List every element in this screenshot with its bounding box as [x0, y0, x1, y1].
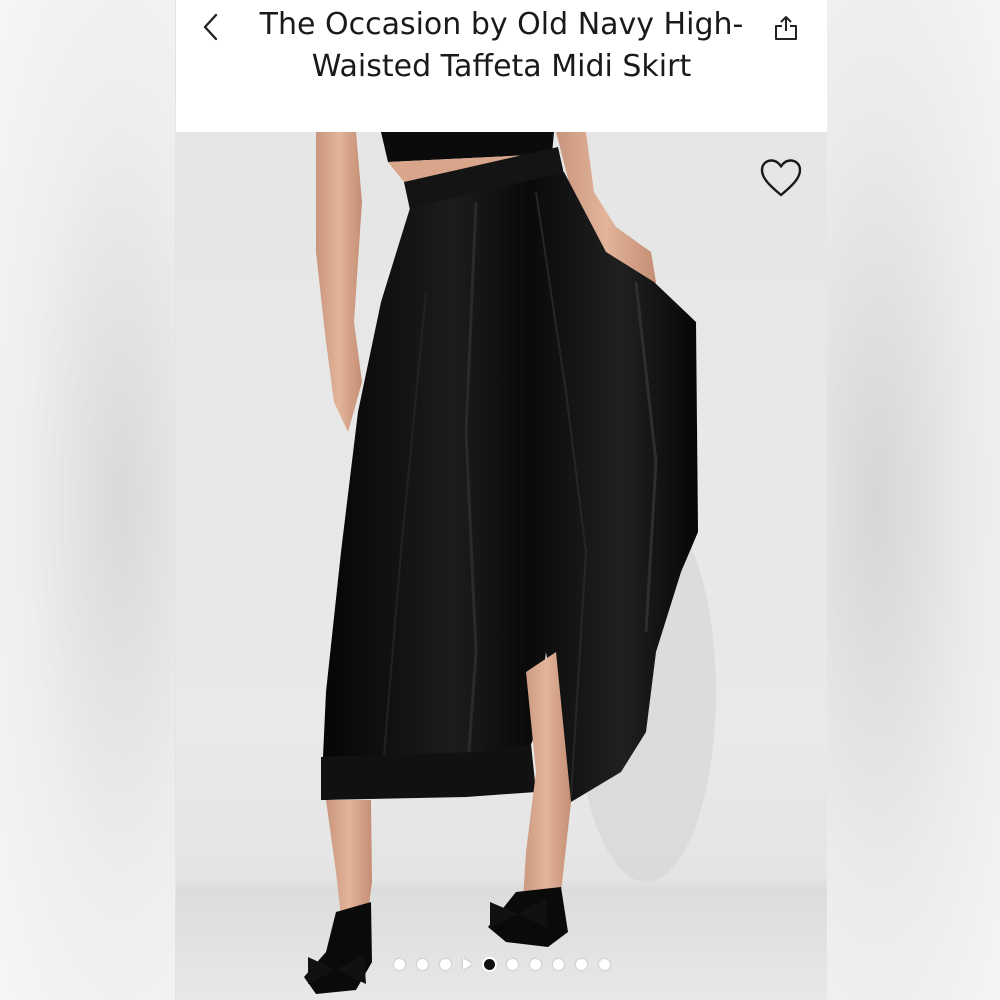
back-button[interactable]: [196, 10, 226, 44]
product-photo[interactable]: [176, 132, 827, 1000]
carousel-dot[interactable]: [598, 958, 610, 970]
product-screen: The Occasion by Old Navy High-Waisted Ta…: [176, 0, 827, 1000]
carousel-dot[interactable]: [439, 958, 451, 970]
chevron-left-icon: [203, 13, 218, 41]
carousel-dot[interactable]: [416, 958, 428, 970]
share-button[interactable]: [771, 12, 801, 44]
carousel-indicator: [176, 954, 827, 974]
video-play-icon[interactable]: [462, 958, 472, 970]
backdrop-left: [0, 0, 175, 1000]
model-in-black-skirt-image: [176, 132, 827, 1000]
carousel-dot[interactable]: [529, 958, 541, 970]
carousel-dot[interactable]: [506, 958, 518, 970]
product-title: The Occasion by Old Navy High-Waisted Ta…: [259, 7, 744, 84]
heart-outline-icon: [760, 159, 802, 197]
app-header: The Occasion by Old Navy High-Waisted Ta…: [176, 0, 827, 132]
carousel-dot[interactable]: [575, 958, 587, 970]
backdrop-right: [825, 0, 1000, 1000]
carousel-dot[interactable]: [393, 958, 405, 970]
share-icon: [775, 16, 797, 40]
carousel-dot-active[interactable]: [483, 958, 495, 970]
carousel-dot[interactable]: [552, 958, 564, 970]
favorite-button[interactable]: [757, 154, 805, 202]
